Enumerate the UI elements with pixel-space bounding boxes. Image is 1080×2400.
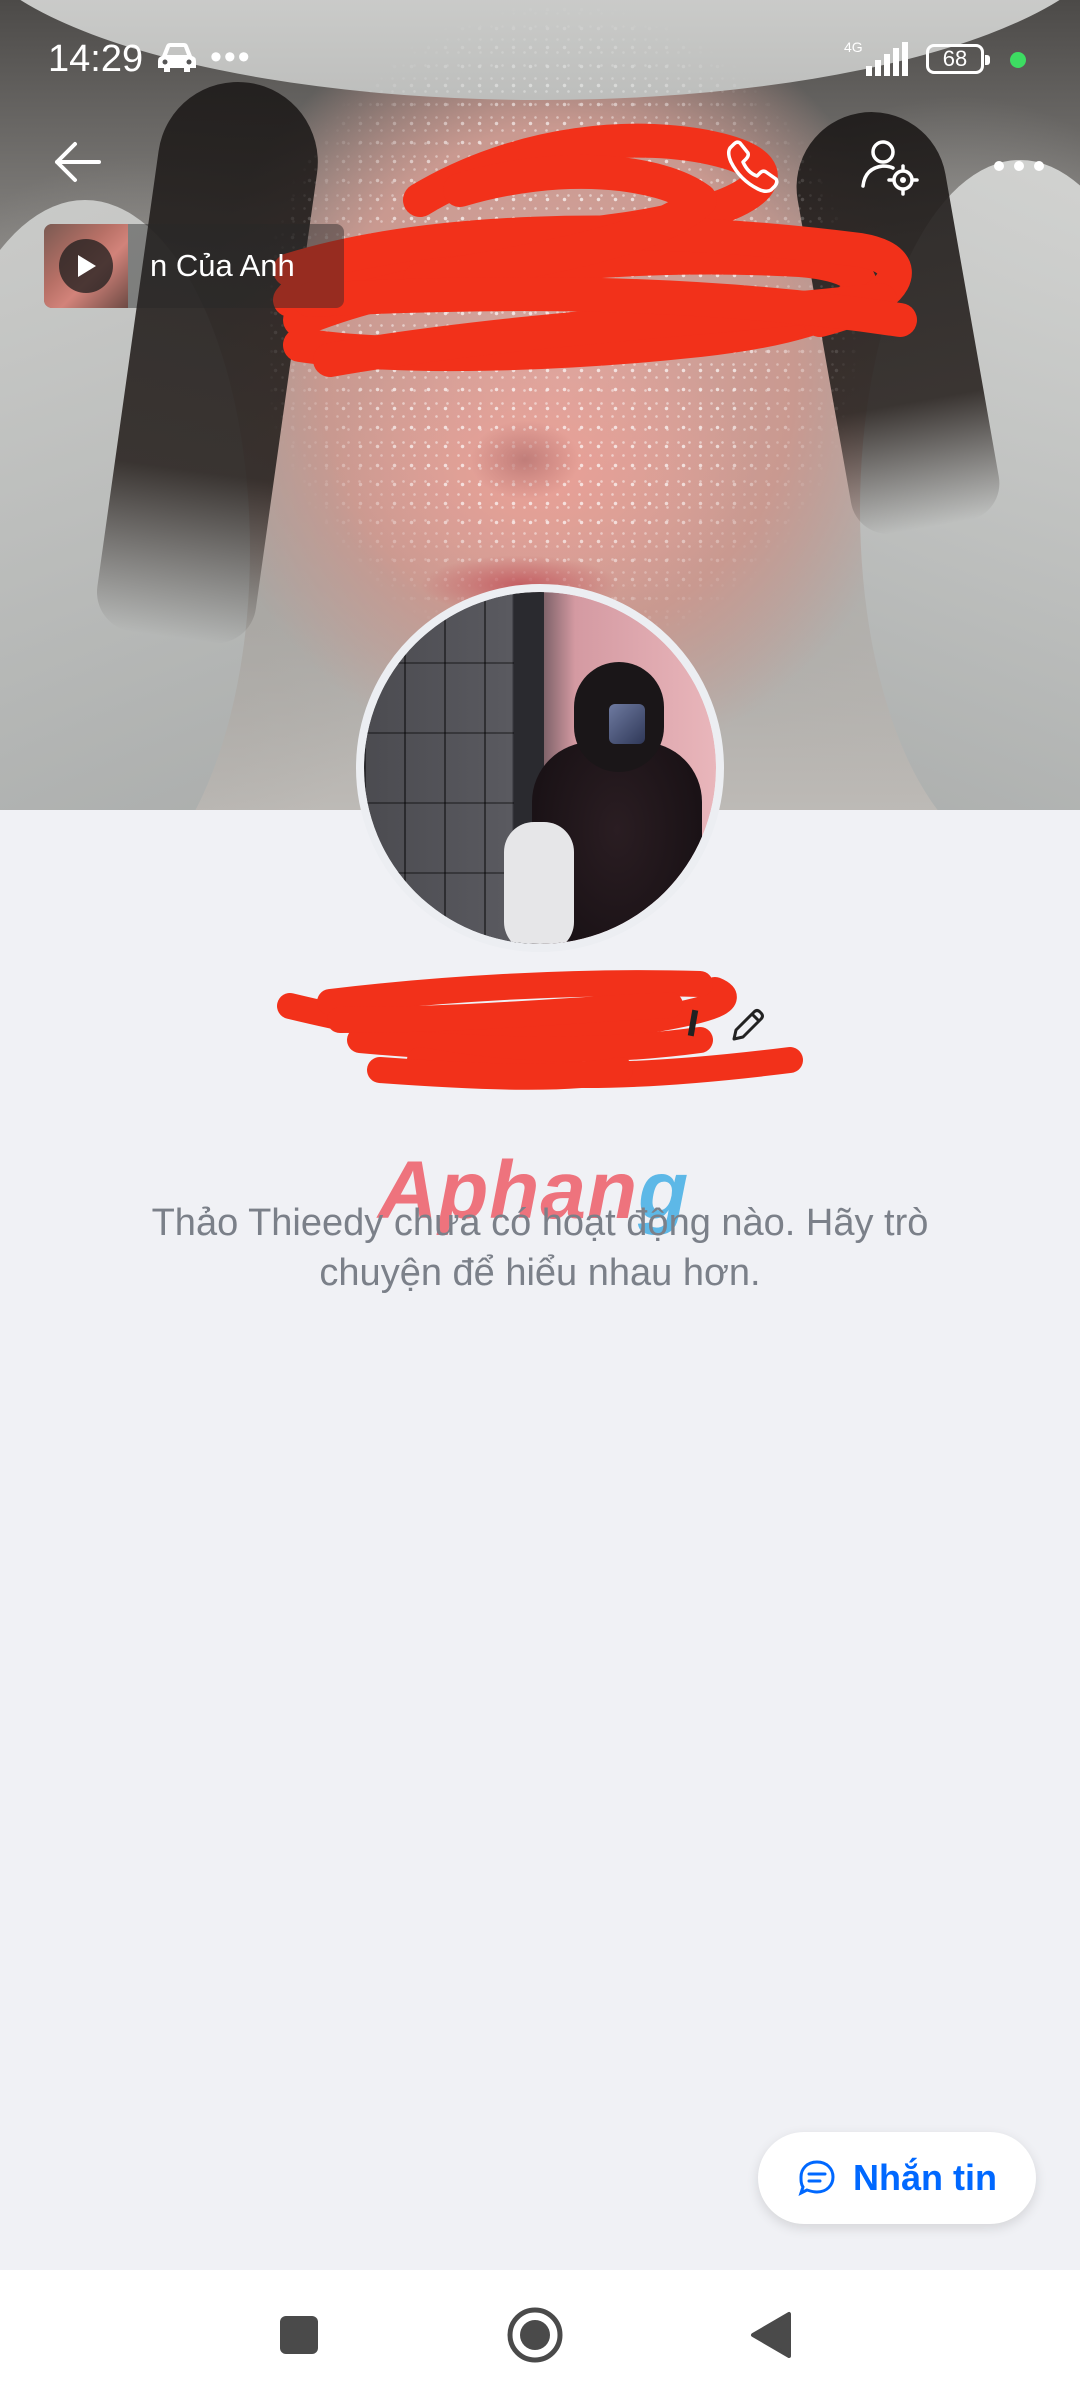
privacy-dot: [1010, 52, 1026, 68]
call-button[interactable]: [712, 125, 794, 207]
more-horizontal-icon: [994, 161, 1044, 171]
avatar-sleeve: [504, 822, 574, 944]
status-overflow-icon: •••: [210, 38, 252, 76]
edit-name-button[interactable]: [726, 1005, 768, 1047]
pencil-icon: [732, 1009, 764, 1041]
phone-icon: [726, 140, 779, 194]
car-icon: [158, 43, 196, 72]
triangle-back-icon: [751, 2312, 791, 2358]
arrow-left-icon: [55, 142, 101, 182]
network-type: 4G: [844, 39, 863, 55]
music-title: n Của Anh: [150, 248, 295, 283]
home-button[interactable]: [490, 2290, 580, 2380]
system-navigation-bar: [0, 2270, 1080, 2400]
music-thumbnail: [44, 224, 128, 308]
system-back-button[interactable]: [726, 2290, 816, 2380]
more-options-button[interactable]: [978, 125, 1060, 207]
status-bar: 14:29 ••• 4G 68: [0, 0, 1080, 120]
message-button-label: Nhắn tin: [853, 2157, 997, 2198]
profile-settings-button[interactable]: [848, 125, 930, 207]
signal-icon: 4G: [844, 39, 908, 76]
status-time: 14:29: [48, 38, 144, 80]
empty-activity-message: Thảo Thieedy chưa có hoạt động nào. Hãy …: [151, 1202, 929, 1294]
battery-icon: 68: [926, 44, 990, 74]
circle-home-icon: [507, 2307, 563, 2363]
profile-avatar[interactable]: [356, 584, 724, 952]
profile-music-chip[interactable]: n Của Anh: [44, 224, 344, 308]
user-settings-icon: [861, 140, 919, 196]
back-button[interactable]: [40, 125, 114, 199]
play-icon: [78, 255, 96, 277]
avatar-phone: [609, 704, 645, 744]
recents-button[interactable]: [254, 2290, 344, 2380]
avatar-photo: [364, 592, 716, 944]
square-icon: [280, 2316, 318, 2354]
message-button[interactable]: Nhắn tin: [758, 2132, 1036, 2224]
play-button[interactable]: [59, 239, 113, 293]
chat-bubble-icon: [798, 2160, 835, 2196]
